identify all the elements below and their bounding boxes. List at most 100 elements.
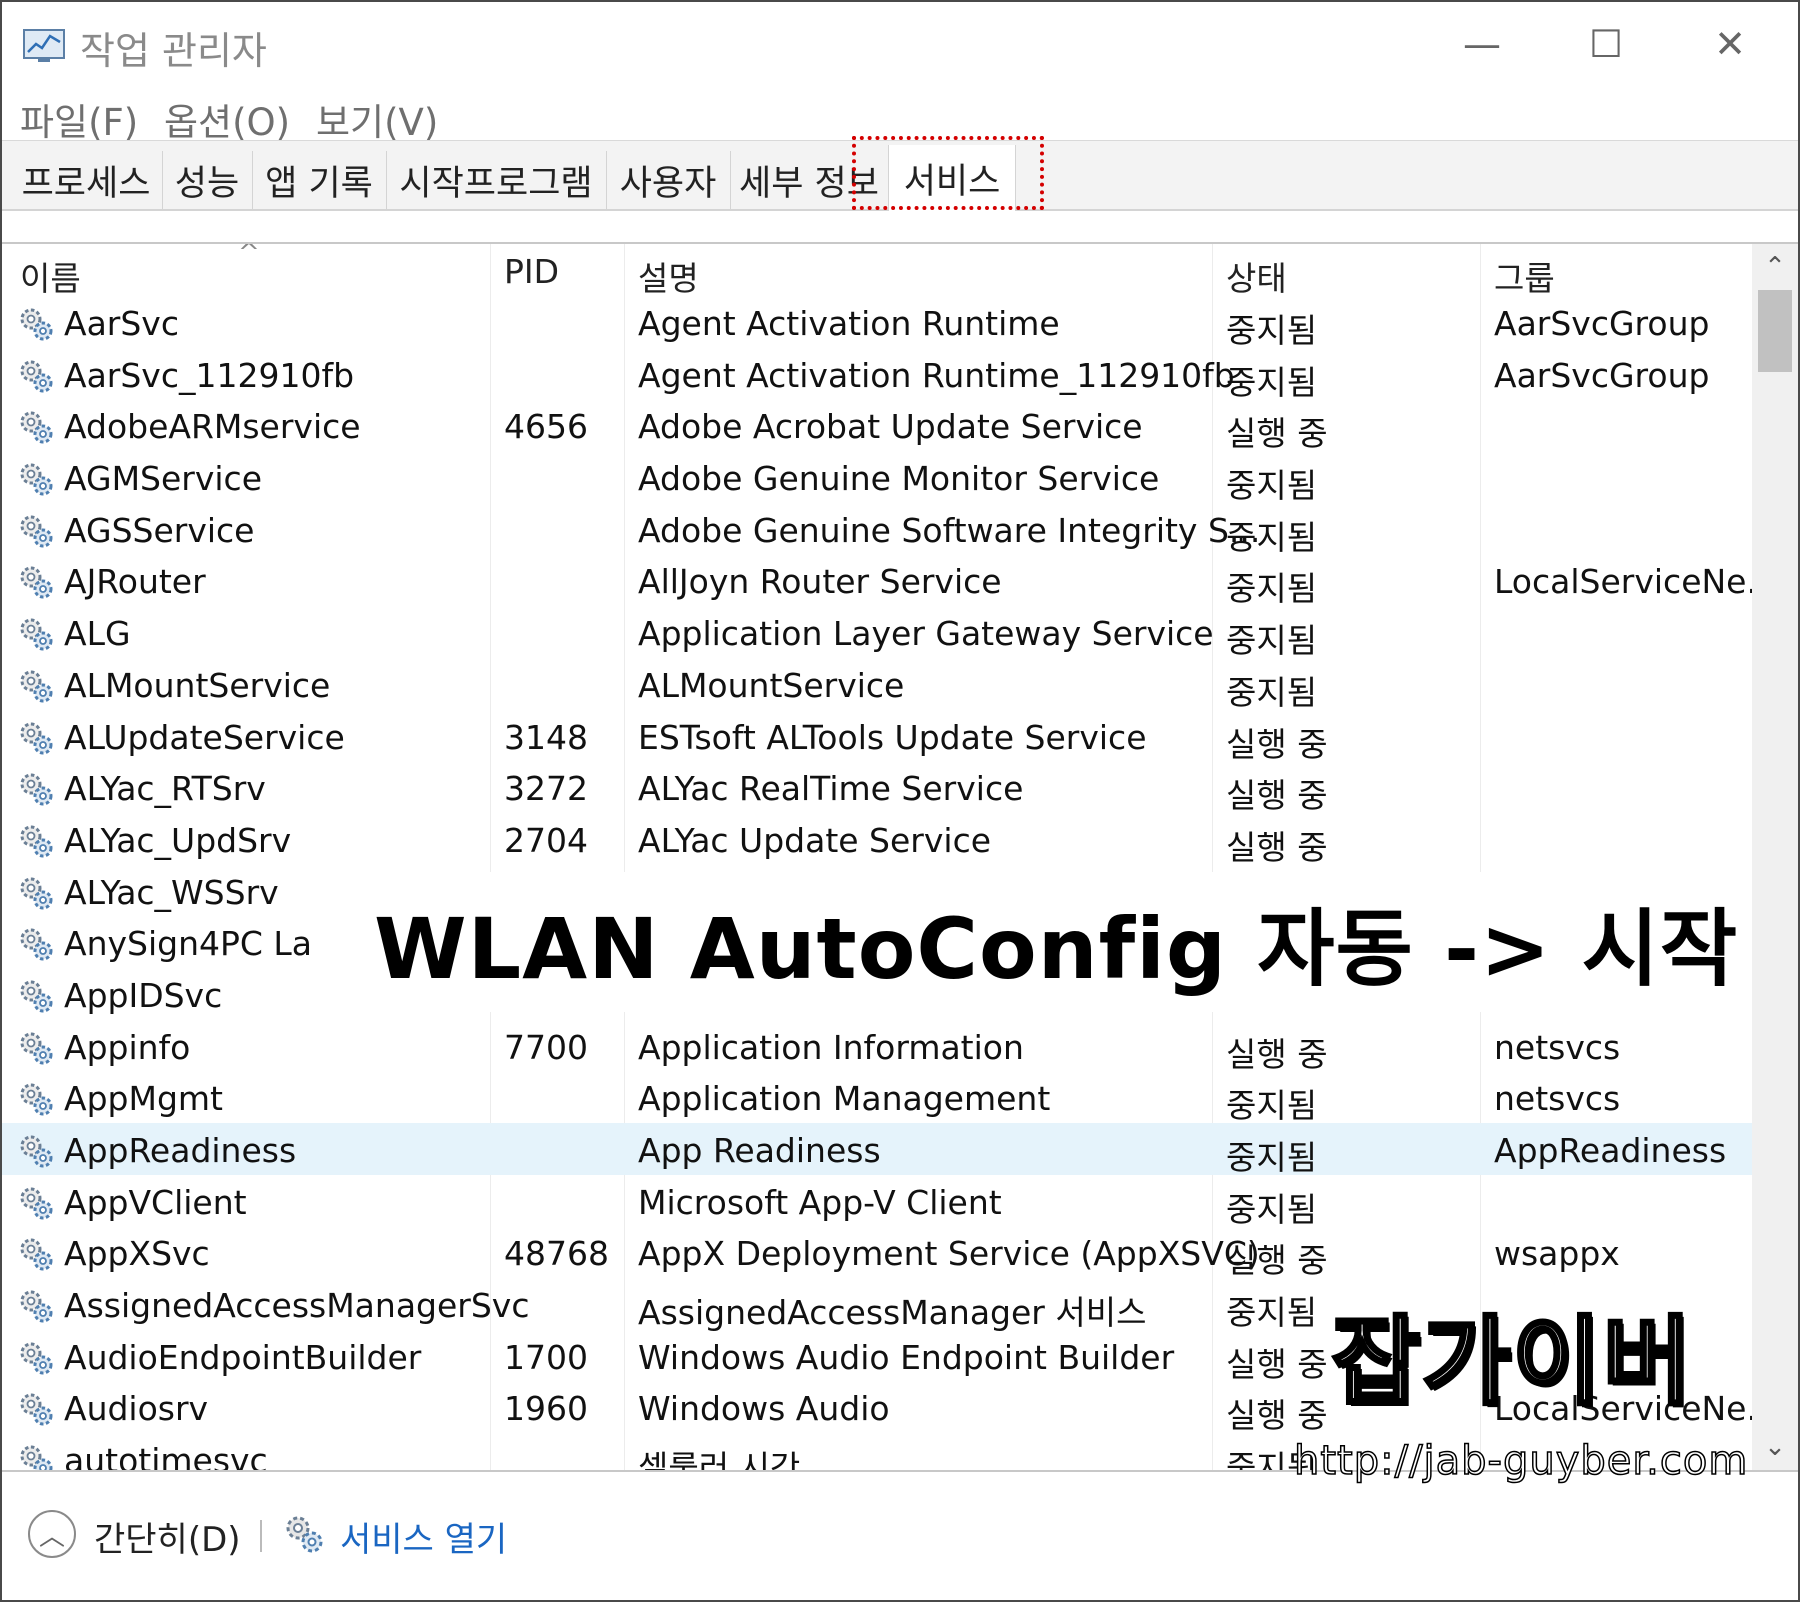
tab-users[interactable]: 사용자 <box>606 151 731 209</box>
table-row[interactable]: AarSvc Agent Activation Runtime 중지됨 AarSvcG… <box>2 296 1752 350</box>
fewer-details-link[interactable]: 간단히(D) <box>94 1512 241 1561</box>
gear-icon <box>20 360 53 393</box>
service-status: 중지됨 <box>1226 311 1318 350</box>
tab-app-history[interactable]: 앱 기록 <box>252 151 387 209</box>
service-status: 실행 중 <box>1226 827 1328 867</box>
service-name: ALUpdateService <box>64 717 345 757</box>
column-header-description[interactable]: 설명 <box>638 252 699 300</box>
service-status: 실행 중 <box>1226 1344 1328 1384</box>
menu-file[interactable]: 파일(F) <box>20 92 138 146</box>
table-row[interactable]: ALMountService ALMountService 중지됨 <box>2 658 1752 712</box>
chevron-up-icon[interactable]: ︿ <box>28 1510 76 1558</box>
service-description: AllJoyn Router Service <box>638 562 1002 602</box>
title-bar[interactable]: 작업 관리자 — ☐ ✕ <box>2 2 1798 92</box>
service-group: netsvcs <box>1494 1027 1621 1067</box>
table-row[interactable]: AppXSvc 48768 AppX Deployment Service (App… <box>2 1226 1752 1280</box>
service-status: 중지됨 <box>1226 517 1318 557</box>
service-pid: 7700 <box>504 1027 588 1067</box>
column-header-status[interactable]: 상태 <box>1226 252 1287 300</box>
open-services-link[interactable]: 서비스 열기 <box>340 1512 507 1561</box>
table-header: ^ 이름 PID 설명 상태 그룹 <box>2 244 1752 298</box>
service-name: AppVClient <box>64 1182 247 1222</box>
table-row[interactable]: AppMgmt Application Management 중지됨 netsvcs <box>2 1071 1752 1125</box>
scroll-down-arrow-icon[interactable]: ⌄ <box>1752 1424 1798 1470</box>
service-name: autotimesvc <box>64 1441 268 1470</box>
tab-processes[interactable]: 프로세스 <box>10 151 163 209</box>
gear-icon <box>20 1445 53 1470</box>
window-title: 작업 관리자 <box>80 29 267 73</box>
service-description: Application Information <box>638 1027 1024 1067</box>
table-row[interactable]: AarSvc_112910fb Agent Activation Runtime_… <box>2 348 1752 402</box>
service-description: Adobe Genuine Monitor Service <box>638 459 1160 499</box>
column-header-pid[interactable]: PID <box>504 252 559 291</box>
table-row[interactable]: AppReadiness App Readiness 중지됨 AppReadiness <box>2 1123 1752 1177</box>
service-pid: 1960 <box>504 1389 588 1429</box>
gear-icon <box>20 618 53 651</box>
service-description: ESTsoft ALTools Update Service <box>638 717 1147 757</box>
service-name: AudioEndpointBuilder <box>64 1337 422 1377</box>
scroll-thumb[interactable] <box>1758 290 1792 372</box>
gear-icon <box>20 411 53 444</box>
gear-icon <box>20 877 53 910</box>
service-status: 실행 중 <box>1226 724 1328 764</box>
service-group: AppReadiness <box>1494 1131 1727 1170</box>
table-row[interactable]: ALYac_UpdSrv 2704 ALYac Update Service 실행 중 <box>2 813 1752 867</box>
table-row[interactable]: AGMService Adobe Genuine Monitor Service 중… <box>2 451 1752 505</box>
column-header-group[interactable]: 그룹 <box>1494 252 1555 300</box>
service-pid: 3148 <box>504 717 588 757</box>
service-description: Windows Audio <box>638 1389 890 1429</box>
service-name: AdobeARMservice <box>64 407 361 447</box>
minimize-button[interactable]: — <box>1452 16 1512 72</box>
tab-details[interactable]: 세부 정보 <box>730 151 889 209</box>
service-status: 중지됨 <box>1226 1138 1318 1177</box>
service-description: Microsoft App-V Client <box>638 1182 1002 1222</box>
table-row[interactable]: ALG Application Layer Gateway Service 중지됨 <box>2 606 1752 660</box>
service-name: AppIDSvc <box>64 975 223 1015</box>
menu-options[interactable]: 옵션(O) <box>164 92 290 146</box>
service-name: AGMService <box>64 459 262 499</box>
menu-view[interactable]: 보기(V) <box>316 92 438 146</box>
table-row[interactable]: ALYac_RTSrv 3272 ALYac RealTime Service 실행 … <box>2 761 1752 815</box>
table-row[interactable]: AdobeARMservice 4656 Adobe Acrobat Update … <box>2 399 1752 453</box>
service-group: AarSvcGroup <box>1494 304 1710 343</box>
gear-icon <box>286 1516 323 1553</box>
service-status: 중지됨 <box>1226 1086 1318 1126</box>
footer-divider <box>260 1520 262 1552</box>
column-header-name[interactable]: 이름 <box>20 252 81 300</box>
service-description: Adobe Genuine Software Integrity S... <box>638 510 1261 550</box>
watermark-url: http://jab-guyber.com <box>1293 1437 1749 1485</box>
scroll-up-arrow-icon[interactable]: ⌃ <box>1752 244 1798 290</box>
service-name: AarSvc <box>64 304 179 343</box>
service-pid: 2704 <box>504 820 588 860</box>
service-description: AppX Deployment Service (AppXSVC) <box>638 1234 1260 1274</box>
service-description: App Readiness <box>638 1131 881 1170</box>
table-row[interactable]: AGSService Adobe Genuine Software Integri… <box>2 503 1752 557</box>
tab-startup[interactable]: 시작프로그램 <box>386 151 607 209</box>
service-status: 실행 중 <box>1226 1396 1328 1436</box>
service-name: Appinfo <box>64 1027 191 1067</box>
menu-bar: 파일(F) 옵션(O) 보기(V) <box>2 90 1798 144</box>
table-row[interactable]: AJRouter AllJoyn Router Service 중지됨 LocalSe… <box>2 554 1752 608</box>
maximize-button[interactable]: ☐ <box>1576 16 1636 72</box>
service-name: AnySign4PC La <box>64 924 313 964</box>
vertical-scrollbar[interactable]: ⌃ ⌄ <box>1752 244 1798 1470</box>
close-button[interactable]: ✕ <box>1700 16 1760 72</box>
service-pid: 1700 <box>504 1337 588 1377</box>
gear-icon <box>20 566 53 599</box>
service-status: 중지됨 <box>1226 466 1318 506</box>
gear-icon <box>20 1342 53 1375</box>
gear-icon <box>20 825 53 858</box>
table-row[interactable]: Appinfo 7700 Application Information 실행 중 ne… <box>2 1020 1752 1074</box>
gear-icon <box>20 928 53 961</box>
tab-services[interactable]: 서비스 <box>888 145 1016 211</box>
service-name: ALYac_WSSrv <box>64 872 279 912</box>
table-row[interactable]: AppVClient Microsoft App-V Client 중지됨 <box>2 1175 1752 1229</box>
service-description: Windows Audio Endpoint Builder <box>638 1337 1175 1377</box>
footer-bar: ︿ 간단히(D) 서비스 열기 <box>2 1470 1798 1600</box>
table-row[interactable]: ALUpdateService 3148 ESTsoft ALTools Updat… <box>2 710 1752 764</box>
service-status: 실행 중 <box>1226 1034 1328 1074</box>
service-description: Application Layer Gateway Service <box>638 614 1214 654</box>
tab-performance[interactable]: 성능 <box>162 151 253 209</box>
service-description: ALYac RealTime Service <box>638 769 1024 809</box>
gear-icon <box>20 1135 53 1168</box>
